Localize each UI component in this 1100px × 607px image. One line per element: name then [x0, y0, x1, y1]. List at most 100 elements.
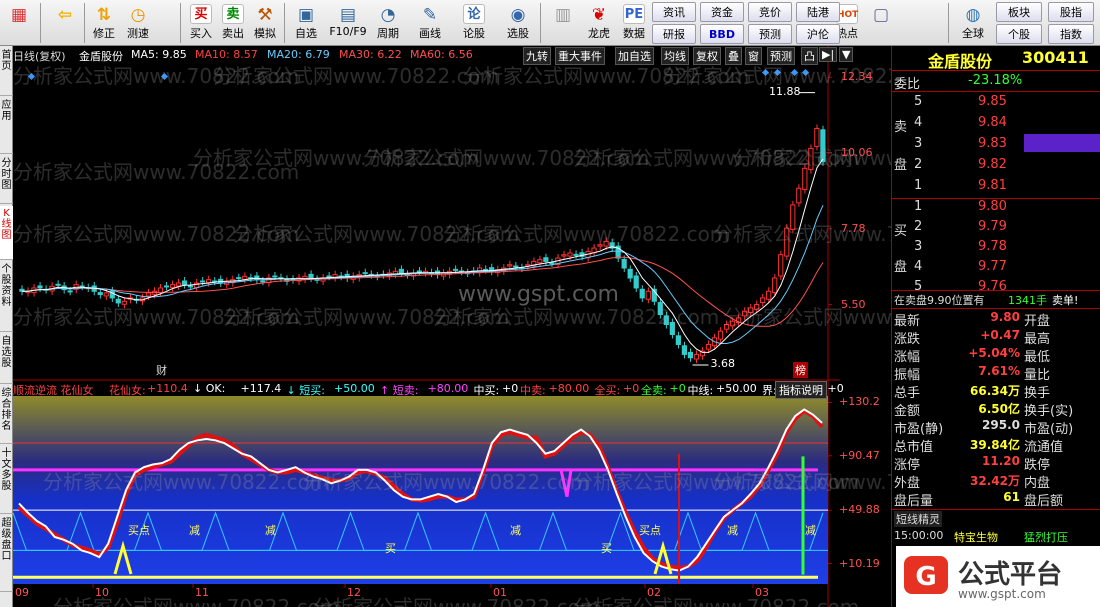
sell-level-price[interactable]: 9.83 — [978, 136, 1007, 151]
toolbar-tab-1-3[interactable]: 沪伦 — [796, 24, 840, 44]
toolbar-sell-button[interactable]: 卖卖出 — [218, 2, 248, 44]
toolbar-f10-button[interactable]: ▤ F10/F9 — [328, 2, 368, 44]
quote-row-value: 61 — [1003, 490, 1020, 504]
sell-level-price[interactable]: 9.81 — [978, 178, 1007, 193]
sell-level-price[interactable]: 9.82 — [978, 157, 1007, 172]
indicator-key: 花仙女: — [109, 384, 146, 397]
watermark: 分析家公式网www.70822.com — [13, 305, 300, 329]
toolbar-tab-1-1[interactable]: BBD — [700, 24, 744, 44]
chart-header-stock: 金盾股份 — [79, 50, 123, 63]
left-tab-5[interactable]: 自选股 — [0, 334, 13, 384]
chart-menu-item[interactable]: 叠 — [725, 47, 742, 65]
dragon-icon: ❦ — [591, 5, 607, 25]
toolbar-folder-button[interactable]: ▣ 自选 — [290, 2, 322, 44]
time-axis-label: 03 — [755, 586, 769, 599]
short-elf-title[interactable]: 短线精灵 — [894, 511, 942, 527]
chart-menu-item[interactable]: 加自选 — [615, 47, 654, 65]
toolbar-tab-1-0[interactable]: 研报 — [652, 24, 696, 44]
chart-menu-item[interactable]: ▼ — [839, 47, 854, 62]
toolbar-tab-0-2[interactable]: 竞价 — [748, 2, 792, 22]
toolbar-globe-button[interactable]: ◍ 全球 — [956, 2, 990, 44]
toolbar-tab-1-2[interactable]: 预测 — [748, 24, 792, 44]
indicator-name[interactable]: 顺流逆流 花仙女 — [13, 382, 94, 398]
buy-level-num: 1 — [914, 199, 923, 214]
chart-area[interactable]: 分析家公式网www.70822.com 分析家公式网www.70822.com 分析… — [13, 46, 1019, 607]
watermark: 分析家公式网www.70822.com — [43, 470, 330, 494]
price-axis-label: 7.78 — [841, 221, 866, 235]
short-elf-stock[interactable]: 特宝生物 — [954, 529, 998, 545]
svg-text:G: G — [915, 562, 936, 592]
indicator-help-button[interactable]: 指标说明 — [775, 381, 827, 399]
chart-menu-item[interactable]: ▶| — [819, 47, 838, 62]
toolbar-back-arrow-button[interactable]: ⇦ — [50, 2, 80, 44]
watermark: 分析家公式网www.70822.com — [13, 64, 300, 88]
toolbar-buy-button[interactable]: 买买入 — [186, 2, 216, 44]
buy-level-price[interactable]: 9.77 — [978, 259, 1007, 274]
toolbar-separator — [40, 3, 41, 43]
chart-menu-item[interactable]: 九转 — [523, 47, 551, 65]
time-axis-label: 01 — [493, 586, 507, 599]
time-axis-label: 02 — [647, 586, 661, 599]
toolbar: ▦ ⇦ ⇅ 修正 ◷ 测速 买买入卖卖出 ⚒ 模拟 ▣ 自选 ▤ F10/F9 ◔ 周期 ✎ 画线 论论股 ◉ 选股 ▥… — [0, 0, 1100, 46]
toolbar-tile-button[interactable]: ▥ — [548, 2, 578, 44]
toolbar-nav-1-0[interactable]: 个股 — [996, 24, 1042, 44]
indicator-value: +110.4 — [147, 382, 188, 395]
chart-menu-item[interactable]: 凸 — [801, 47, 818, 65]
quote-row-value: 295.0 — [982, 418, 1020, 432]
toolbar-separator — [284, 3, 285, 43]
toolbar-pe-button[interactable]: PE 数据 — [618, 2, 650, 44]
buy-level-num: 2 — [914, 219, 923, 234]
toolbar-cycle-button[interactable]: ◔ 周期 — [372, 2, 404, 44]
buy-level-price[interactable]: 9.79 — [978, 219, 1007, 234]
left-tabs: 首页 应用分时图 K线图个股资料自选股综合排名十文多股超级盘口 — [0, 46, 13, 607]
buy-level-price[interactable]: 9.80 — [978, 199, 1007, 214]
ad-banner[interactable]: G 公式平台 www.gspt.com — [896, 546, 1100, 607]
left-tab-4[interactable]: 个股资料 — [0, 262, 13, 332]
left-tab-1[interactable]: 应用 — [0, 98, 13, 154]
sell-level-price[interactable]: 9.84 — [978, 115, 1007, 130]
toolbar-button-label: 选股 — [507, 27, 529, 40]
chart-menu-item[interactable]: 均线 — [661, 47, 689, 65]
toolbar-clock-button[interactable]: ◷ 测速 — [122, 2, 154, 44]
indicator-key: 中买: — [473, 384, 500, 397]
left-tab-7[interactable]: 十文多股 — [0, 446, 13, 514]
sell-level-price[interactable]: 9.85 — [978, 94, 1007, 109]
short-elf-event: 猛烈打压 — [1024, 531, 1068, 544]
left-tab-6[interactable]: 综合排名 — [0, 386, 13, 444]
indicator-value: +80.00 — [548, 382, 590, 395]
toolbar-updown-arrows-button[interactable]: ⇅ 修正 — [88, 2, 120, 44]
toolbar-tab-0-1[interactable]: 资金 — [700, 2, 744, 22]
toolbar-discuss-button[interactable]: 论论股 — [458, 2, 490, 44]
buy-level-price[interactable]: 9.78 — [978, 239, 1007, 254]
toolbar-grid-button[interactable]: ▦ — [4, 2, 34, 44]
toolbar-tab-0-0[interactable]: 资讯 — [652, 2, 696, 22]
toolbar-nav-0-1[interactable]: 股指 — [1048, 2, 1094, 22]
left-tab-8[interactable]: 超级盘口 — [0, 516, 13, 592]
toolbar-tab-0-3[interactable]: 陆港 — [796, 2, 840, 22]
toolbar-select-stock-button[interactable]: ◉ 选股 — [500, 2, 536, 44]
chart-menu-item[interactable]: 预测 — [767, 47, 795, 65]
left-tab-label: 自选股 — [1, 336, 12, 369]
chart-menu-item[interactable]: 窗 — [745, 47, 762, 65]
quote-row-label: 盘后量 — [894, 494, 934, 509]
left-tab-2[interactable]: 分时图 — [0, 156, 13, 204]
quote-row-value: +5.04% — [968, 346, 1020, 360]
price-axis-label: 5.50 — [841, 297, 866, 311]
left-tab-label: 十文多股 — [1, 448, 12, 492]
toolbar-nav-1-1[interactable]: 指数 — [1048, 24, 1094, 44]
hammer-icon: ⚒ — [257, 5, 273, 25]
quote-row-right-label: 最高 — [1024, 332, 1051, 347]
left-tab-3[interactable]: K线图 — [0, 206, 13, 260]
toolbar-dragon-button[interactable]: ❦ 龙虎 — [582, 2, 616, 44]
quote-row-label: 振幅 — [894, 368, 921, 383]
toolbar-button-label: 买入 — [190, 27, 212, 40]
chart-menu-item[interactable]: 复权 — [693, 47, 721, 65]
toolbar-hammer-button[interactable]: ⚒ 模拟 — [250, 2, 280, 44]
left-tab-0[interactable]: 首页 — [0, 48, 13, 96]
quote-row-right-label: 内盘 — [1024, 476, 1051, 491]
watermark: 分析家公式网www.70822.com — [363, 146, 650, 170]
toolbar-nav-0-0[interactable]: 板块 — [996, 2, 1042, 22]
toolbar-pen-button[interactable]: ✎ 画线 — [414, 2, 446, 44]
toolbar-window-button[interactable]: ▢ — [866, 2, 896, 44]
chart-menu-item[interactable]: 重大事件 — [555, 47, 605, 65]
